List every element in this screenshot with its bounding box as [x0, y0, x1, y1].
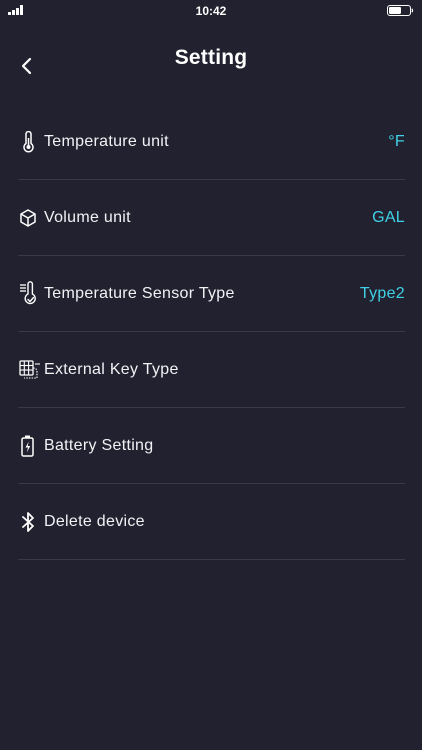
- setting-row-temperature-sensor-type[interactable]: Temperature Sensor Type Type2: [18, 256, 405, 332]
- page-title: Setting: [174, 46, 248, 69]
- setting-label: Battery Setting: [44, 436, 154, 454]
- setting-row-external-key-type[interactable]: External Key Type: [18, 332, 405, 408]
- status-time: 10:42: [195, 4, 227, 18]
- setting-row-volume-unit[interactable]: Volume unit GAL: [18, 180, 405, 256]
- thermometer-icon: [18, 129, 44, 155]
- status-bar: 10:42: [0, 0, 422, 22]
- battery-status-icon: [387, 5, 414, 16]
- battery-icon: [18, 433, 44, 459]
- setting-label: Volume unit: [44, 208, 131, 226]
- temperature-sensor-icon: [18, 280, 44, 307]
- settings-screen: 10:42 Setting Temperature unit °F Volume…: [0, 0, 422, 750]
- setting-row-temperature-unit[interactable]: Temperature unit °F: [18, 104, 405, 180]
- setting-value: Type2: [359, 284, 405, 302]
- setting-label: Temperature Sensor Type: [44, 284, 235, 302]
- setting-value: °F: [388, 132, 405, 150]
- cube-icon: [18, 205, 44, 231]
- setting-row-delete-device[interactable]: Delete device: [18, 484, 405, 560]
- settings-list: Temperature unit °F Volume unit GAL Temp…: [18, 104, 405, 560]
- setting-value: GAL: [372, 208, 405, 226]
- keypad-icon: [18, 357, 44, 383]
- setting-label: Delete device: [44, 512, 145, 530]
- bluetooth-icon: [18, 509, 44, 535]
- setting-label: External Key Type: [44, 360, 179, 378]
- setting-row-battery-setting[interactable]: Battery Setting: [18, 408, 405, 484]
- setting-label: Temperature unit: [44, 132, 169, 150]
